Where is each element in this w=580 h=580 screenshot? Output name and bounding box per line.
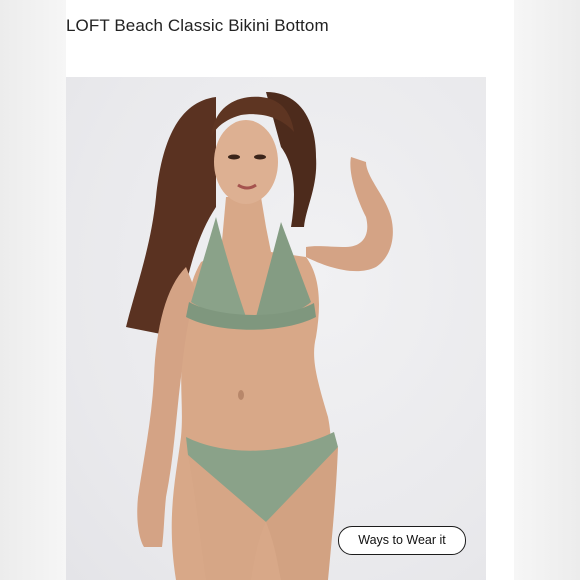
model-photo-icon <box>126 92 393 580</box>
ways-to-wear-button[interactable]: Ways to Wear it <box>338 526 466 555</box>
right-backdrop <box>514 0 580 580</box>
product-photo[interactable] <box>66 77 486 580</box>
left-backdrop <box>0 0 66 580</box>
product-title: LOFT Beach Classic Bikini Bottom <box>66 16 329 35</box>
